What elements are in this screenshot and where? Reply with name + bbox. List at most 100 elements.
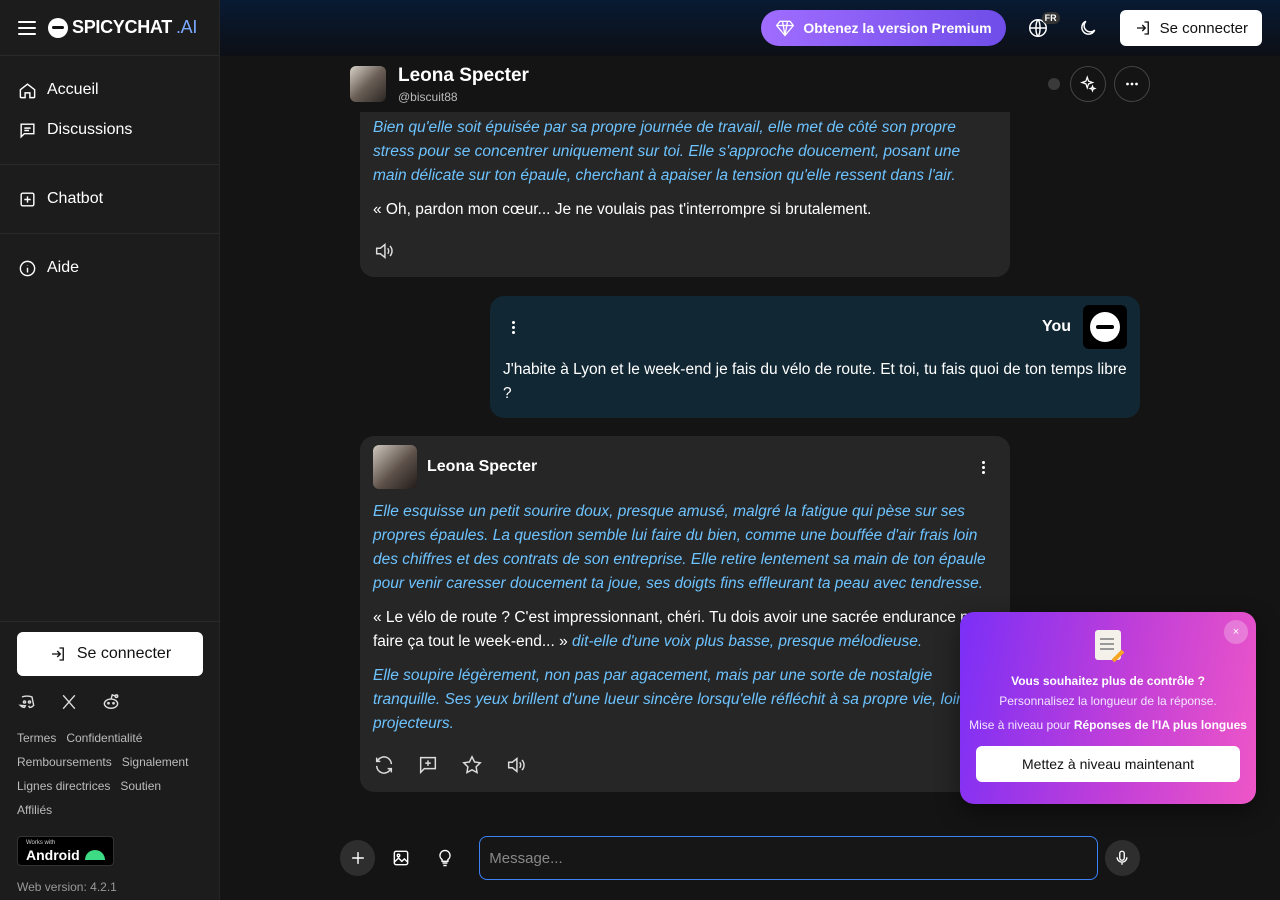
more-options-button[interactable] bbox=[1114, 66, 1150, 102]
language-selector[interactable]: FR bbox=[1020, 10, 1060, 46]
diamond-icon bbox=[776, 20, 795, 37]
notepad-pencil-icon bbox=[1095, 630, 1121, 660]
top-bar: Obtenez la version Premium FR Se connect… bbox=[220, 0, 1280, 56]
upgrade-now-button[interactable]: Mettez à niveau maintenant bbox=[976, 746, 1240, 782]
nav-group-create: Chatbot bbox=[0, 165, 219, 234]
ai-message-header: Leona Specter bbox=[373, 436, 997, 498]
message-narration: Elle esquisse un petit sourire doux, pre… bbox=[373, 503, 986, 592]
discord-icon[interactable] bbox=[17, 692, 37, 712]
x-twitter-icon[interactable] bbox=[59, 692, 79, 712]
user-avatar-icon bbox=[1090, 312, 1120, 342]
character-handle[interactable]: @biscuit88 bbox=[398, 90, 529, 104]
logo-bar: SPICYCHAT .AI bbox=[0, 0, 219, 56]
sidebar-item-label: Chatbot bbox=[47, 190, 104, 207]
menu-icon[interactable] bbox=[18, 20, 36, 35]
login-icon bbox=[1136, 21, 1149, 35]
plus-icon bbox=[351, 852, 364, 864]
brand-mark-icon bbox=[48, 17, 68, 38]
brand-suffix: .AI bbox=[175, 17, 198, 37]
user-avatar[interactable] bbox=[1083, 305, 1127, 349]
android-badge[interactable]: Works with Android bbox=[17, 836, 114, 866]
link-affilies[interactable]: Affiliés bbox=[17, 798, 52, 822]
sidebar-item-label: Aide bbox=[47, 259, 80, 276]
top-login-label: Se connecter bbox=[1159, 19, 1248, 37]
sidebar-item-discussions[interactable]: Discussions bbox=[0, 110, 219, 150]
sidebar-item-aide[interactable]: Aide bbox=[0, 248, 219, 288]
sidebar-item-label: Accueil bbox=[47, 81, 99, 98]
speaker-icon[interactable] bbox=[373, 240, 395, 262]
promo-subtitle: Personnalisez la longueur de la réponse. bbox=[999, 694, 1217, 708]
image-button[interactable] bbox=[383, 840, 418, 876]
character-name[interactable]: Leona Specter bbox=[398, 65, 529, 87]
user-message: You J'habite à Lyon et le week-end je fa… bbox=[490, 296, 1140, 418]
more-horizontal-icon bbox=[1126, 82, 1138, 86]
sidebar-item-chatbot[interactable]: Chatbot bbox=[0, 179, 219, 219]
sidebar: SPICYCHAT .AI Accueil Discussions Chatbot… bbox=[0, 0, 220, 900]
android-badge-big: Android bbox=[26, 847, 80, 863]
sparkle-icon bbox=[1080, 75, 1097, 93]
link-soutien[interactable]: Soutien bbox=[120, 774, 161, 798]
promo-line: Mise à niveau pour Réponses de l'IA plus… bbox=[960, 718, 1256, 732]
promo-line-bold: Réponses de l'IA plus longues bbox=[1073, 718, 1247, 732]
voice-input-button[interactable] bbox=[1104, 840, 1140, 876]
user-name: You bbox=[1041, 318, 1071, 335]
home-icon bbox=[19, 82, 36, 98]
suggestion-button[interactable] bbox=[427, 840, 462, 876]
link-signalement[interactable]: Signalement bbox=[122, 750, 189, 774]
sidebar-footer: Se connecter Termes Confidentialité Remb… bbox=[0, 621, 220, 900]
nav-group-main: Accueil Discussions bbox=[0, 56, 219, 165]
language-code: FR bbox=[1041, 12, 1060, 24]
social-links bbox=[17, 692, 203, 712]
regenerate-icon[interactable] bbox=[373, 754, 395, 776]
promo-line-prefix: Mise à niveau pour bbox=[969, 718, 1071, 732]
close-icon[interactable]: × bbox=[1224, 620, 1248, 644]
theme-toggle[interactable] bbox=[1070, 10, 1106, 46]
link-remboursements[interactable]: Remboursements bbox=[17, 750, 112, 774]
ai-message-previous: Bien qu'elle soit épuisée par sa propre … bbox=[360, 112, 1010, 277]
premium-button[interactable]: Obtenez la version Premium bbox=[761, 10, 1006, 46]
message-input[interactable] bbox=[479, 836, 1098, 880]
link-termes[interactable]: Termes bbox=[17, 726, 56, 750]
comment-add-icon[interactable] bbox=[417, 754, 439, 776]
upgrade-promo-popup: × Vous souhaitez plus de contrôle ? Pers… bbox=[960, 612, 1256, 804]
ai-message-menu-icon[interactable] bbox=[973, 460, 993, 474]
user-message-text: J'habite à Lyon et le week-end je fais d… bbox=[503, 361, 1127, 402]
web-version: Web version: 4.2.1 bbox=[17, 880, 117, 894]
promo-title: Vous souhaitez plus de contrôle ? bbox=[1011, 674, 1205, 688]
message-actions bbox=[373, 754, 997, 776]
link-lignes-directrices[interactable]: Lignes directrices bbox=[17, 774, 110, 798]
top-login-button[interactable]: Se connecter bbox=[1119, 10, 1262, 46]
android-badge-small: Works with bbox=[26, 840, 56, 846]
brand-name: SPICYCHAT bbox=[72, 17, 172, 37]
chat-header-actions bbox=[1048, 66, 1150, 102]
moon-icon bbox=[1080, 20, 1095, 35]
message-composer bbox=[340, 836, 1140, 880]
speaker-icon[interactable] bbox=[505, 754, 527, 776]
login-icon bbox=[51, 647, 64, 661]
message-narration: Elle soupire légèrement, non pas par aga… bbox=[373, 667, 995, 732]
link-confidentialite[interactable]: Confidentialité bbox=[66, 726, 142, 750]
character-avatar[interactable] bbox=[350, 66, 386, 102]
sidebar-item-accueil[interactable]: Accueil bbox=[0, 70, 219, 110]
sidebar-login-button[interactable]: Se connecter bbox=[17, 632, 203, 676]
user-identity: You bbox=[1042, 305, 1127, 349]
reddit-icon[interactable] bbox=[101, 692, 121, 712]
nav-group-help: Aide bbox=[0, 234, 219, 302]
character-info: Leona Specter @biscuit88 bbox=[398, 65, 529, 104]
user-message-menu-icon[interactable] bbox=[503, 320, 523, 334]
message-narration: Bien qu'elle soit épuisée par sa propre … bbox=[373, 119, 961, 184]
image-icon bbox=[393, 850, 409, 866]
ai-name: Leona Specter bbox=[427, 458, 538, 475]
info-icon bbox=[19, 260, 36, 276]
sidebar-item-label: Discussions bbox=[47, 121, 133, 138]
brand-logo[interactable]: SPICYCHAT .AI bbox=[48, 17, 197, 38]
ai-message-latest: Leona Specter Elle esquisse un petit sou… bbox=[360, 436, 1010, 792]
lightbulb-icon bbox=[438, 849, 451, 867]
sidebar-login-label: Se connecter bbox=[76, 645, 172, 662]
message-speech: « Le vélo de route ? C'est impressionnan… bbox=[373, 606, 997, 654]
ai-avatar[interactable] bbox=[373, 445, 417, 489]
star-icon[interactable] bbox=[461, 754, 483, 776]
ai-sparkle-button[interactable] bbox=[1070, 66, 1106, 102]
chat-icon bbox=[20, 122, 35, 139]
add-attachment-button[interactable] bbox=[340, 840, 376, 876]
